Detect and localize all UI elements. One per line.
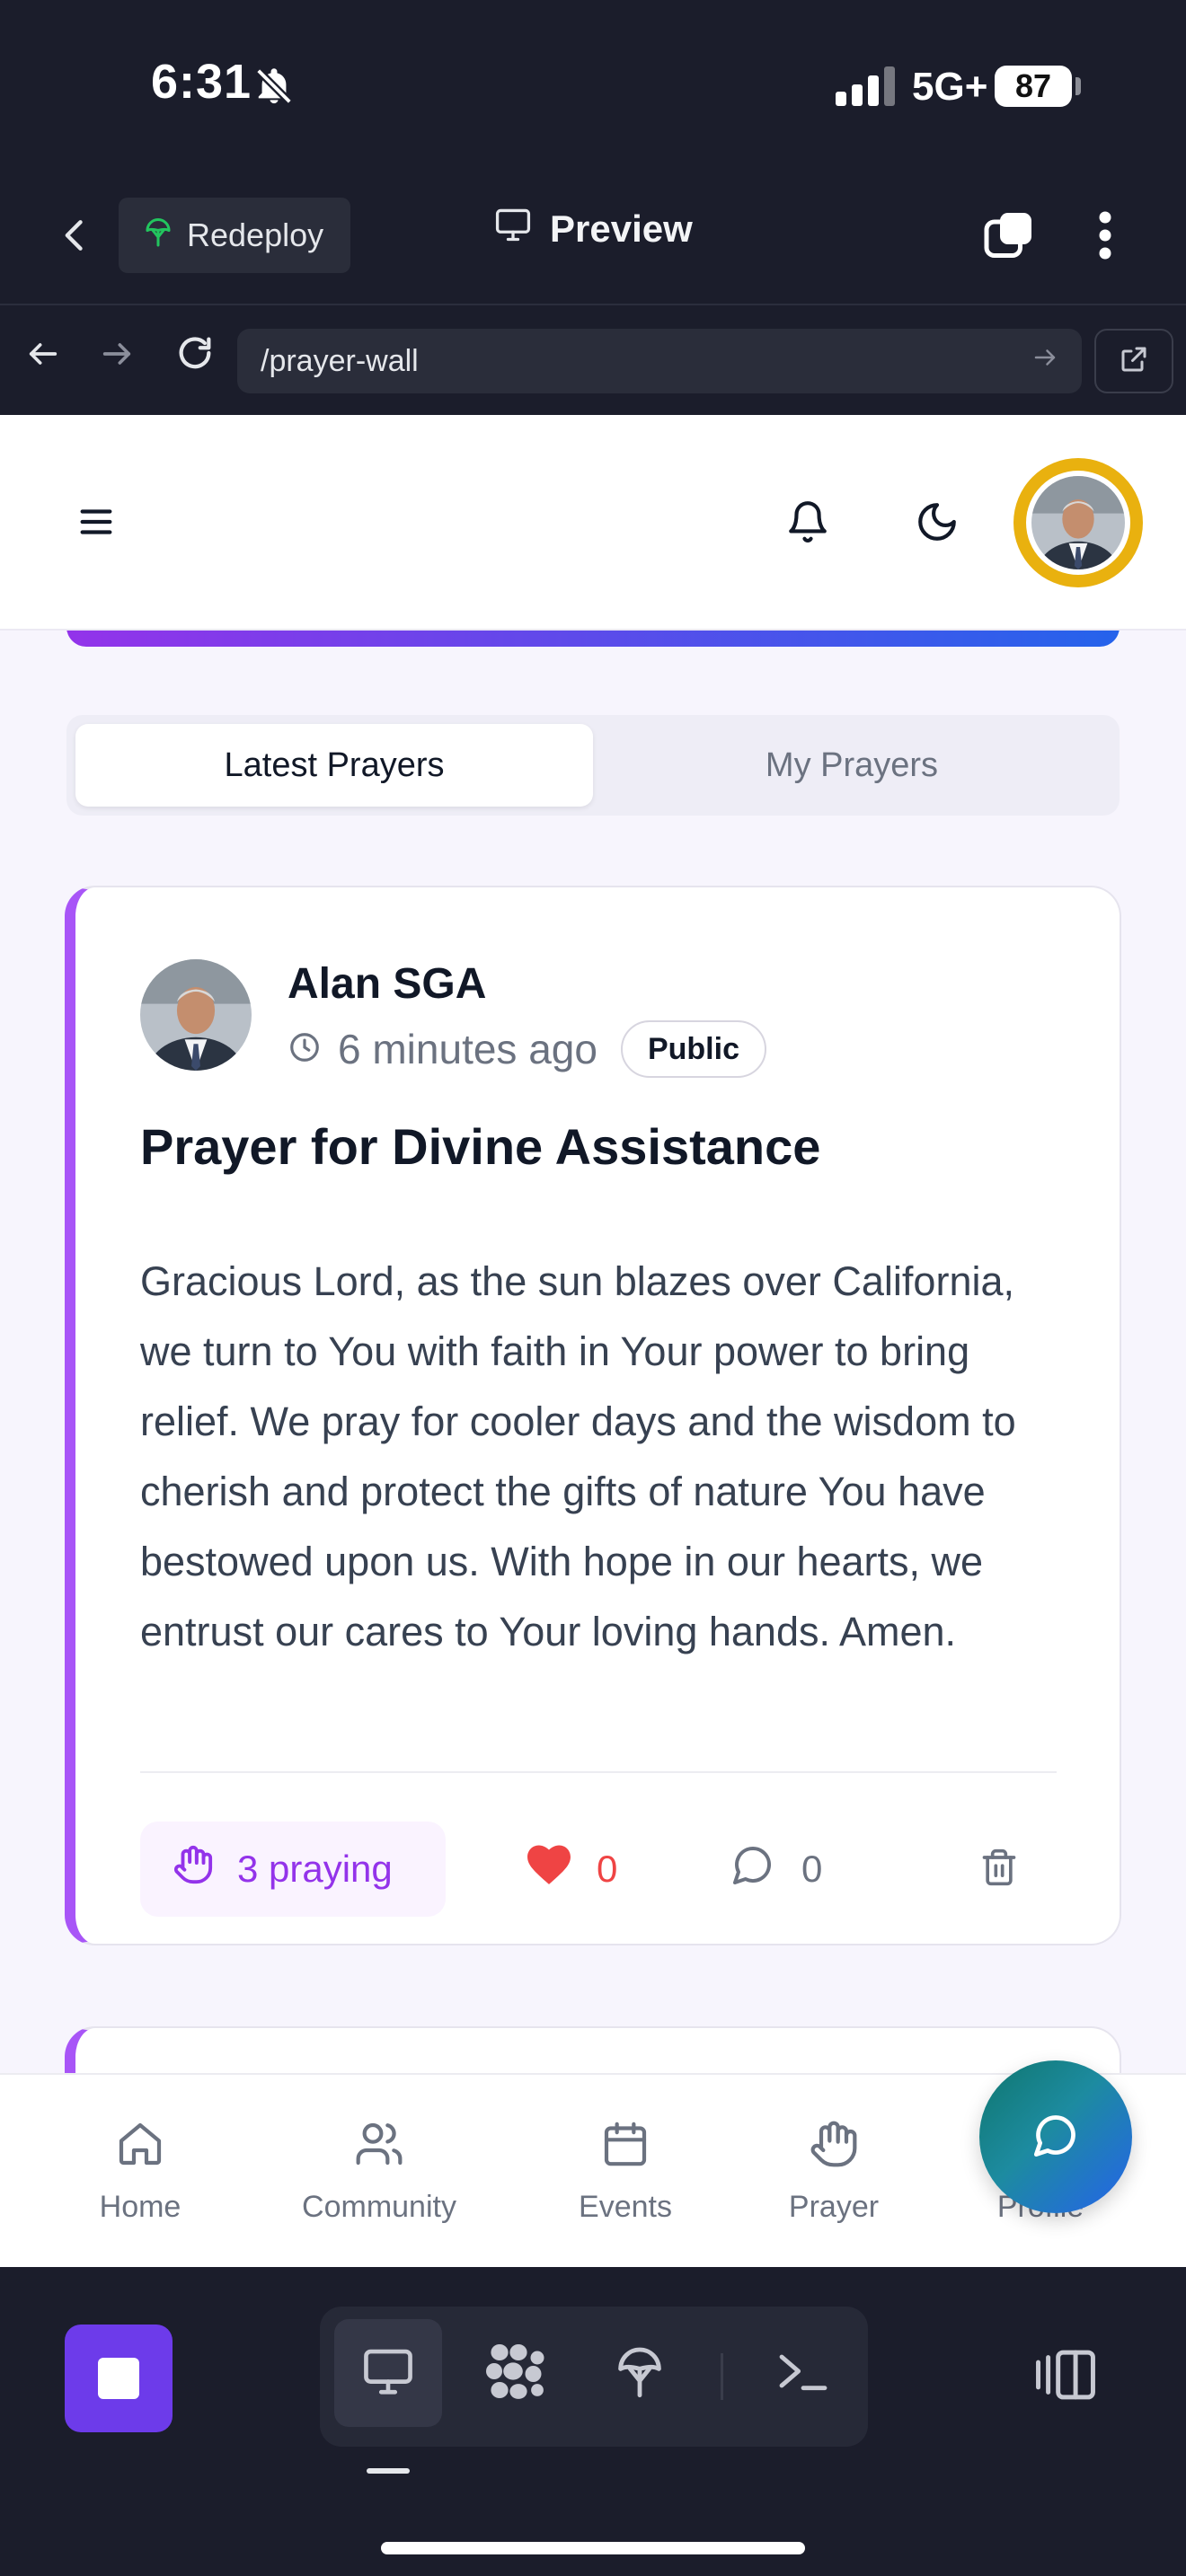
open-external-button[interactable] xyxy=(1094,329,1173,393)
users-icon xyxy=(354,2119,404,2177)
battery-icon: 87 xyxy=(995,66,1072,107)
chat-fab-button[interactable] xyxy=(979,2060,1132,2213)
network-type: 5G+ xyxy=(912,65,988,109)
author-avatar[interactable] xyxy=(140,959,252,1071)
card-divider xyxy=(140,1771,1057,1773)
tab-latest-prayers[interactable]: Latest Prayers xyxy=(75,724,593,807)
url-bar: /prayer-wall xyxy=(0,307,1186,415)
praying-button[interactable]: 3 praying xyxy=(140,1822,446,1917)
status-bar: 6:31 5G+ 87 xyxy=(0,0,1186,171)
dark-mode-icon[interactable] xyxy=(915,499,960,549)
prayer-tabs: Latest Prayers My Prayers xyxy=(66,715,1120,816)
monitor-icon xyxy=(492,205,534,253)
app-viewport: Latest Prayers My Prayers Alan SGA 6 min… xyxy=(0,415,1186,2267)
battery-tip xyxy=(1075,77,1081,95)
nav-community[interactable]: Community xyxy=(289,2075,469,2267)
chat-icon xyxy=(1032,2112,1079,2163)
redeploy-button[interactable]: Redeploy xyxy=(119,198,351,273)
terminal-icon xyxy=(774,2347,832,2400)
nav-home[interactable]: Home xyxy=(90,2075,190,2267)
browser-forward-icon[interactable] xyxy=(99,336,135,376)
trash-icon[interactable] xyxy=(979,1845,1019,1894)
replit-header: Redeploy Preview xyxy=(0,171,1186,305)
cellular-signal-icon xyxy=(836,66,895,106)
deploy-icon xyxy=(142,214,174,258)
comment-icon xyxy=(731,1843,774,1895)
calendar-icon xyxy=(600,2119,651,2177)
user-avatar[interactable] xyxy=(1013,458,1143,587)
back-icon[interactable] xyxy=(56,210,95,265)
preview-tab-button[interactable] xyxy=(334,2319,442,2427)
notifications-icon[interactable] xyxy=(785,498,830,551)
more-options-icon[interactable] xyxy=(1096,208,1114,267)
nav-home-label: Home xyxy=(99,2190,181,2224)
monitor-icon xyxy=(358,2343,418,2404)
go-arrow-icon[interactable] xyxy=(1031,344,1058,379)
replit-toolbar xyxy=(0,2267,1186,2576)
tabs-icon[interactable] xyxy=(981,208,1037,267)
active-tab-indicator xyxy=(367,2468,410,2474)
agent-tab-button[interactable] xyxy=(462,2319,570,2427)
preview-label: Preview xyxy=(550,207,693,250)
tab-my-prayers[interactable]: My Prayers xyxy=(593,724,1111,807)
url-text: /prayer-wall xyxy=(261,343,419,378)
shell-tab-button[interactable] xyxy=(749,2319,857,2427)
reload-icon[interactable] xyxy=(174,332,216,378)
post-meta: 6 minutes ago Public xyxy=(288,1020,766,1078)
deploy-icon xyxy=(611,2341,668,2406)
home-icon xyxy=(115,2119,165,2177)
home-indicator xyxy=(381,2542,805,2554)
praying-count: 3 praying xyxy=(237,1848,393,1890)
like-count: 0 xyxy=(597,1848,618,1890)
author-name[interactable]: Alan SGA xyxy=(288,959,486,1009)
silent-mode-icon xyxy=(253,65,295,112)
nav-events[interactable]: Events xyxy=(566,2075,685,2267)
praying-hands-icon xyxy=(173,1844,214,1894)
visibility-badge: Public xyxy=(620,1020,766,1078)
avatar-photo xyxy=(1026,471,1130,575)
status-time: 6:31 xyxy=(151,55,252,109)
nav-prayer-label: Prayer xyxy=(788,2190,880,2224)
comment-count: 0 xyxy=(801,1848,823,1890)
nav-community-label: Community xyxy=(302,2190,456,2224)
praying-hands-icon xyxy=(809,2119,859,2177)
redeploy-label: Redeploy xyxy=(187,216,324,253)
external-link-icon xyxy=(1118,343,1150,380)
menu-icon[interactable] xyxy=(75,501,117,547)
toolbar-group xyxy=(320,2307,868,2447)
prayer-card: Alan SGA 6 minutes ago Public Prayer for… xyxy=(65,886,1121,1945)
deployments-tab-button[interactable] xyxy=(586,2319,694,2427)
post-time: 6 minutes ago xyxy=(338,1026,597,1072)
stop-button[interactable] xyxy=(65,2325,173,2432)
toolbar-separator xyxy=(721,2353,723,2400)
nav-events-label: Events xyxy=(579,2190,672,2224)
layout-toggle-icon[interactable] xyxy=(1033,2346,1098,2408)
prayer-body: Gracious Lord, as the sun blazes over Ca… xyxy=(140,1258,1016,1654)
stop-icon xyxy=(98,2358,139,2399)
nav-prayer[interactable]: Prayer xyxy=(778,2075,890,2267)
url-field[interactable]: /prayer-wall xyxy=(237,329,1082,393)
comment-button[interactable]: 0 xyxy=(731,1822,822,1917)
agent-icon xyxy=(482,2339,550,2408)
clock-icon xyxy=(288,1030,322,1069)
like-button[interactable]: 0 xyxy=(527,1822,617,1917)
app-header xyxy=(0,415,1186,631)
prayer-title: Prayer for Divine Assistance xyxy=(140,1118,821,1175)
browser-back-icon[interactable] xyxy=(25,336,61,376)
heart-icon xyxy=(527,1844,571,1894)
preview-title: Preview xyxy=(492,205,693,253)
